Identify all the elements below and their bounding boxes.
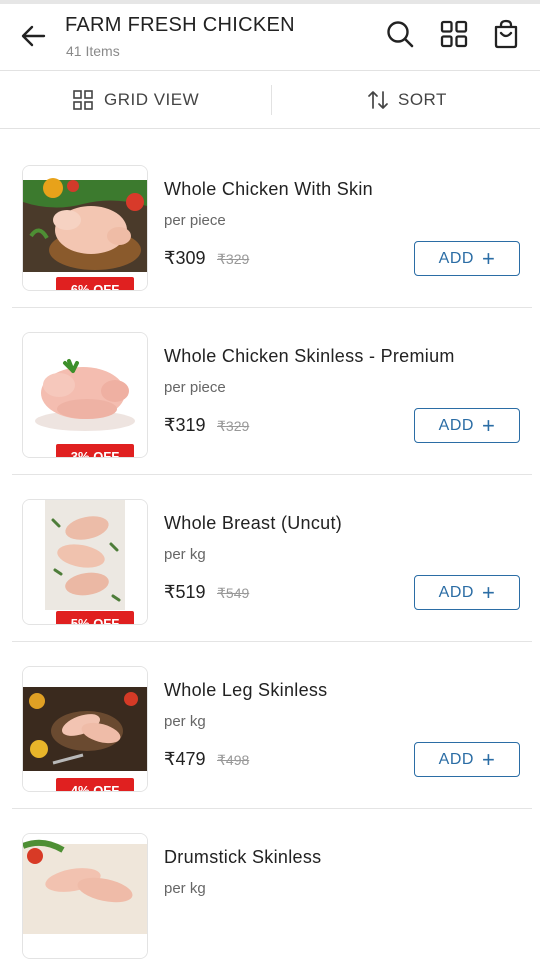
toolbar-divider <box>271 85 272 115</box>
back-arrow-icon[interactable] <box>18 20 50 52</box>
plus-icon: + <box>481 245 496 271</box>
product-image[interactable]: 5% OFF <box>22 499 148 625</box>
product-card[interactable]: 4% OFF Whole Leg Skinless per kg ₹479 ₹4… <box>12 642 532 809</box>
add-button-label: ADD <box>438 750 474 768</box>
product-image[interactable]: 4% OFF <box>22 666 148 792</box>
item-count: 41 Items <box>66 43 120 59</box>
add-button-label: ADD <box>438 416 474 434</box>
discount-badge: 6% OFF <box>56 277 134 290</box>
product-name[interactable]: Whole Chicken With Skin <box>164 179 373 200</box>
product-mrp: ₹329 <box>217 418 250 434</box>
product-unit: per piece <box>164 212 226 229</box>
cart-icon[interactable] <box>490 18 522 50</box>
product-mrp: ₹329 <box>217 251 250 267</box>
product-name[interactable]: Drumstick Skinless <box>164 847 321 868</box>
view-toolbar: GRID VIEW SORT <box>0 71 540 129</box>
app-header: FARM FRESH CHICKEN 41 Items <box>0 4 540 71</box>
discount-badge: 3% OFF <box>56 444 134 457</box>
plus-icon: + <box>481 579 496 605</box>
plus-icon: + <box>481 412 496 438</box>
product-card[interactable]: Drumstick Skinless per kg <box>12 809 532 975</box>
plus-icon: + <box>481 746 496 772</box>
product-image[interactable]: 3% OFF <box>22 332 148 458</box>
search-icon[interactable] <box>384 18 416 50</box>
product-unit: per kg <box>164 546 206 563</box>
product-mrp: ₹549 <box>217 585 250 601</box>
add-button-label: ADD <box>438 249 474 267</box>
product-name[interactable]: Whole Chicken Skinless - Premium <box>164 346 455 367</box>
grid-icon[interactable] <box>438 18 470 50</box>
sort-label: SORT <box>398 89 447 109</box>
product-image[interactable]: 6% OFF <box>22 165 148 291</box>
page-title: FARM FRESH CHICKEN <box>65 14 295 36</box>
product-unit: per kg <box>164 880 206 897</box>
product-card[interactable]: 6% OFF Whole Chicken With Skin per piece… <box>12 141 532 308</box>
product-name[interactable]: Whole Leg Skinless <box>164 680 327 701</box>
add-to-cart-button[interactable]: ADD + <box>414 408 520 443</box>
product-card[interactable]: 3% OFF Whole Chicken Skinless - Premium … <box>12 308 532 475</box>
grid-view-button[interactable]: GRID VIEW <box>72 71 199 128</box>
product-price: ₹519 <box>164 582 206 602</box>
add-to-cart-button[interactable]: ADD + <box>414 575 520 610</box>
product-card[interactable]: 5% OFF Whole Breast (Uncut) per kg ₹519 … <box>12 475 532 642</box>
product-price: ₹479 <box>164 749 206 769</box>
add-button-label: ADD <box>438 583 474 601</box>
product-price: ₹309 <box>164 248 206 268</box>
add-to-cart-button[interactable]: ADD + <box>414 742 520 777</box>
sort-icon <box>366 88 390 112</box>
discount-badge: 5% OFF <box>56 611 134 624</box>
add-to-cart-button[interactable]: ADD + <box>414 241 520 276</box>
grid-view-label: GRID VIEW <box>104 89 200 109</box>
product-name[interactable]: Whole Breast (Uncut) <box>164 513 342 534</box>
product-unit: per piece <box>164 379 226 396</box>
product-price: ₹319 <box>164 415 206 435</box>
discount-badge: 4% OFF <box>56 778 134 791</box>
grid-view-icon <box>72 89 94 111</box>
product-unit: per kg <box>164 713 206 730</box>
sort-button[interactable]: SORT <box>366 71 447 128</box>
product-mrp: ₹498 <box>217 752 250 768</box>
product-image[interactable] <box>22 833 148 959</box>
